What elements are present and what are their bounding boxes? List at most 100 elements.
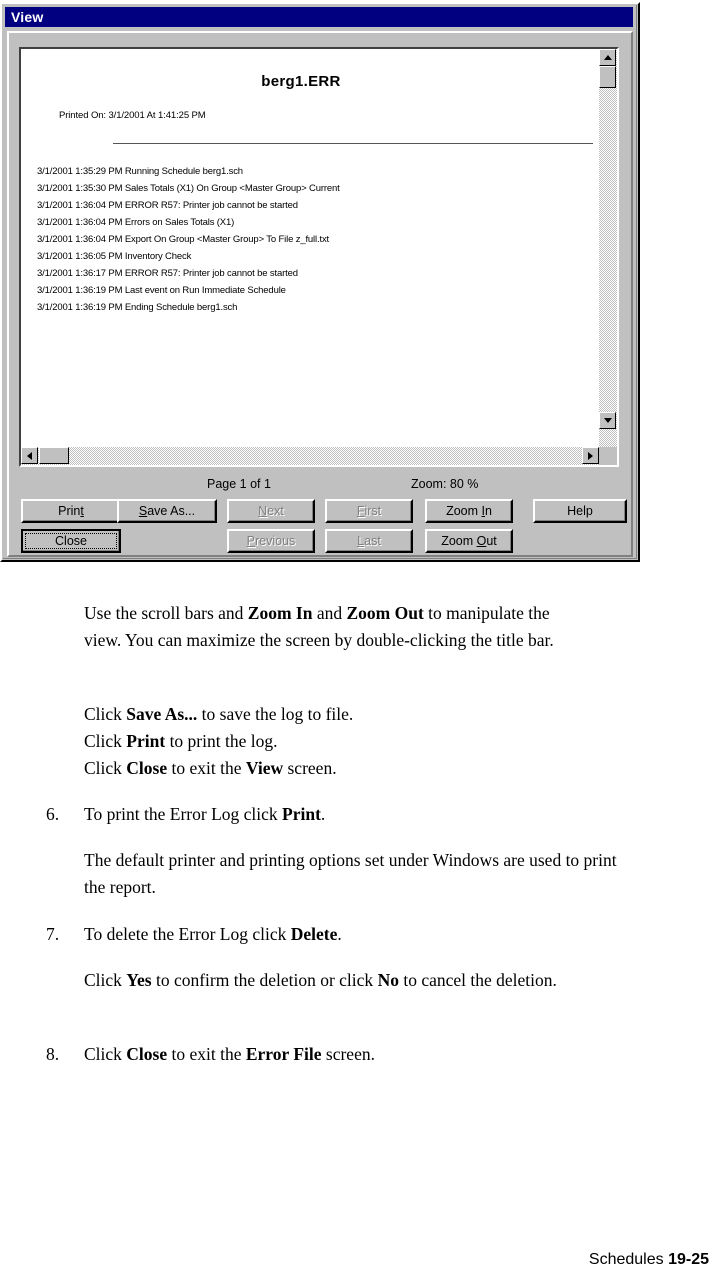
step-8-number: 8. [46,1044,60,1064]
save-as-button[interactable]: Save As... [117,499,217,523]
print-preview-frame: berg1.ERR Printed On: 3/1/2001 At 1:41:2… [19,47,619,467]
text-run: to exit the [167,1044,246,1064]
log-line: 3/1/2001 1:36:17 PM ERROR R57: Printer j… [37,268,298,279]
text-run: Click [84,731,127,751]
ui-label-emphasis: Close [126,758,168,778]
text-run: The default printer and printing options… [84,850,617,897]
zoom-in-button-label: Zoom In [446,503,492,518]
log-line: 3/1/2001 1:36:19 PM Ending Schedule berg… [37,302,238,313]
paragraph-scrollbars: Use the scroll bars and Zoom In and Zoom… [84,600,574,654]
horizontal-scrollbar-thumb[interactable] [39,447,69,464]
last-page-button[interactable]: Last [325,529,413,553]
text-run: Click [84,1044,127,1064]
preview-horizontal-rule [113,143,593,144]
window-titlebar[interactable]: View [5,7,633,27]
vertical-scrollbar-thumb[interactable] [599,66,616,88]
ui-label-emphasis: No [377,970,399,990]
paragraph-print: Click Print to print the log. [84,728,604,755]
paragraph-confirm-deletion: Click Yes to confirm the deletion or cli… [84,967,629,994]
ui-label-emphasis: Zoom In [247,603,313,623]
text-run: Click [84,758,127,778]
save-as-button-label: Save As... [138,503,196,518]
paragraph-default-printer: The default printer and printing options… [84,847,634,901]
log-line: 3/1/2001 1:36:05 PM Inventory Check [37,251,192,262]
text-run: to cancel the deletion. [398,970,557,990]
next-page-button[interactable]: Next [227,499,315,523]
text-run: To print the Error Log click [84,804,283,824]
previous-page-button[interactable]: Previous [227,529,315,553]
scroll-down-button[interactable] [599,412,616,429]
dialog-client-area: berg1.ERR Printed On: 3/1/2001 At 1:41:2… [7,31,633,557]
text-run: and [312,603,347,623]
ui-label-emphasis: View [245,758,284,778]
horizontal-scrollbar[interactable] [21,447,599,465]
step-8-text: Click Close to exit the Error File scree… [84,1041,604,1068]
page-footer: Schedules 19-25 [589,1251,709,1269]
scrollbar-corner [599,447,617,465]
help-button-label: Help [567,503,593,518]
footer-section-name: Schedules [588,1251,664,1268]
preview-document-title: berg1.ERR [261,73,341,90]
close-button-label: Close [55,534,87,548]
zoom-indicator: Zoom: 80 % [411,477,479,491]
log-line: 3/1/2001 1:36:04 PM Export On Group <Mas… [37,234,330,245]
log-line: 3/1/2001 1:35:30 PM Sales Totals (X1) On… [37,183,340,194]
log-line: 3/1/2001 1:35:29 PM Running Schedule ber… [37,166,243,177]
scroll-up-button[interactable] [599,49,616,66]
ui-label-emphasis: Yes [126,970,152,990]
print-button-label: Print [58,503,84,518]
arrow-up-icon [603,55,612,60]
text-run: To delete the Error Log click [84,924,291,944]
window-title: View [11,9,44,25]
zoom-out-button[interactable]: Zoom Out [425,529,513,553]
ui-label-emphasis: Print [282,804,321,824]
arrow-right-icon [588,451,593,460]
preview-page: berg1.ERR Printed On: 3/1/2001 At 1:41:2… [21,49,599,447]
arrow-down-icon [603,418,612,423]
arrow-left-icon [27,451,32,460]
preview-log-list: 3/1/2001 1:35:29 PM Running Schedule ber… [37,163,587,316]
step-7-number: 7. [46,924,60,944]
text-run: screen. [283,758,337,778]
preview-printed-on: Printed On: 3/1/2001 At 1:41:25 PM [59,110,206,121]
text-run: Use the scroll bars and [84,603,248,623]
log-line: 3/1/2001 1:36:19 PM Last event on Run Im… [37,285,286,296]
text-run: to print the log. [165,731,278,751]
ui-label-emphasis: Zoom Out [346,603,424,623]
ui-label-emphasis: Delete [290,924,338,944]
zoom-out-button-label: Zoom Out [441,533,497,548]
step-6-number: 6. [46,804,60,824]
paragraph-close: Click Close to exit the View screen. [84,755,604,782]
scroll-left-button[interactable] [21,447,38,464]
step-7-text: To delete the Error Log click Delete. [84,921,604,948]
text-run: to exit the [167,758,246,778]
next-button-label: Next [258,503,284,518]
text-run: Click [84,704,127,724]
ui-label-emphasis: Close [126,1044,168,1064]
step-6-text: To print the Error Log click Print. [84,801,604,828]
view-dialog-window: View berg1.ERR Printed On: 3/1/2001 At 1… [0,2,640,562]
first-button-label: First [356,503,382,518]
log-line: 3/1/2001 1:36:04 PM Errors on Sales Tota… [37,217,235,228]
close-button[interactable]: Close [21,529,121,553]
vertical-scrollbar[interactable] [599,49,617,447]
text-run: . [337,924,342,944]
scroll-right-button[interactable] [582,447,599,464]
last-button-label: Last [357,533,381,548]
ui-label-emphasis: Print [126,731,166,751]
first-page-button[interactable]: First [325,499,413,523]
footer-page-number: 19-25 [668,1251,709,1268]
help-button[interactable]: Help [533,499,627,523]
ui-label-emphasis: Error File [245,1044,322,1064]
print-button[interactable]: Print [21,499,121,523]
text-run: Click [84,970,127,990]
log-line: 3/1/2001 1:36:04 PM ERROR R57: Printer j… [37,200,298,211]
zoom-in-button[interactable]: Zoom In [425,499,513,523]
text-run: screen. [321,1044,375,1064]
page-indicator: Page 1 of 1 [207,477,271,491]
text-run: to save the log to file. [197,704,354,724]
text-run: . [320,804,326,824]
close-button-focus-ring: Close [25,533,117,549]
paragraph-save-as: Click Save As... to save the log to file… [84,701,604,728]
ui-label-emphasis: Save As... [126,704,198,724]
